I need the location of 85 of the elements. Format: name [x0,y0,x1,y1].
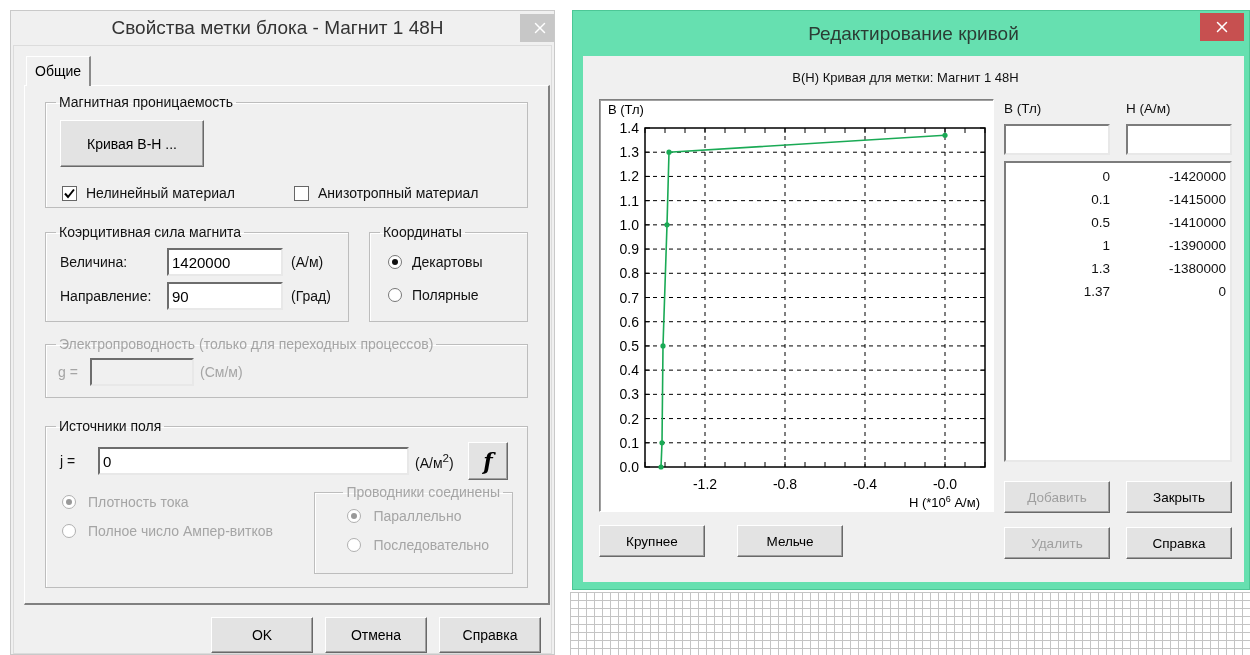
x-tick-label: -0.4 [852,476,878,492]
zoom-button[interactable]: Мельче [737,525,843,557]
dialog-button[interactable]: Справка [439,617,541,653]
list-cell-text: 1 [1101,238,1110,253]
radio-button[interactable] [387,288,402,302]
y-tick-label: 1.3 [619,144,639,161]
unit-label: (См/м) [200,364,243,380]
field-label: Величина: [60,254,129,270]
dialog-button[interactable]: OK [211,617,313,653]
check-icon [64,187,75,199]
checkbox-label: Анизотропный материал [318,185,479,201]
list-cell-text: 0.5 [1090,215,1110,230]
zoom-button[interactable]: Крупнее [599,525,705,557]
radio-label: Последовательно [373,537,490,553]
chart-title: B(H) Кривая для метки: Магнит 1 48H [792,70,1019,85]
x-tick-label: -0.8 [772,476,798,492]
unit-label: (А/м$^{2}$) [415,451,455,471]
y-tick-label: 0.0 [619,459,639,475]
y-tick-label: 0.1 [619,434,639,451]
y-tick-label: 1.0 [619,216,639,233]
dialog-button[interactable]: Справка [1126,527,1232,559]
unit-label: (А/м) [291,254,324,270]
checkbox[interactable] [294,185,309,201]
y-tick-label: 1.1 [619,192,639,209]
list-cell-text: 0 [1217,284,1226,299]
input-field[interactable] [1126,124,1232,155]
input-field[interactable]: 90 [167,282,283,310]
data-point [659,440,665,446]
radio-label: Полярные [411,287,479,303]
data-point [658,464,664,470]
list-cell-text: -1415000 [1167,192,1226,207]
x-tick-label: -0.0 [932,476,958,492]
y-tick-label: 0.7 [619,289,639,306]
y-axis-label: B (Тл) [608,102,644,117]
group-label: Координаты [381,224,463,240]
tab[interactable]: Общие [26,56,92,86]
list-cell-text: 1.37 [1082,284,1110,299]
y-tick-label: 0.8 [619,265,639,282]
group-label: Магнитная проницаемость [58,94,235,110]
y-tick-label: 0.9 [619,241,639,258]
input-field[interactable]: 1420000 [167,248,283,276]
list-cell-text: -1380000 [1167,261,1226,276]
field-label: j = [60,453,77,469]
data-point [664,222,670,228]
y-tick-label: 1.2 [619,168,639,185]
y-tick-label: 0.3 [619,386,639,403]
list-cell-text: -1390000 [1167,238,1226,253]
list-cell-text: 0.1 [1090,192,1110,207]
y-tick-label: 0.6 [619,313,639,330]
window-title: Свойства метки блока - Магнит 1 48H [110,17,445,39]
list-cell-text: -1420000 [1167,169,1226,184]
unit-label: (Град) [291,288,331,304]
radio-label: Полное число Ампер-витков [88,523,273,539]
radio-button[interactable] [387,255,402,269]
input-field[interactable] [1004,124,1110,155]
list-cell-text: 1.3 [1090,261,1110,276]
data-point [666,149,672,155]
radio-label: Декартовы [411,254,483,270]
data-point [942,132,948,138]
curve-button[interactable]: Кривая B-H ... [60,120,204,167]
y-tick-label: 0.5 [619,337,639,354]
y-tick-label: 1.4 [619,120,639,136]
group-label: Проводники соединены [345,484,502,500]
field-label: g = [58,364,79,380]
radio-label: Плотность тока [88,494,189,510]
field-label: Направление: [60,288,153,304]
window-title: Редактирование кривой [807,22,1020,45]
list-cell-text: 0 [1101,169,1110,184]
checkbox-label: Нелинейный материал [86,185,235,201]
y-tick-label: 0.4 [619,362,639,379]
group-label: Источники поля [58,418,163,434]
x-axis-label: H (*10$^{6}$ А/м) [908,494,980,510]
list-cell-text: -1410000 [1167,215,1226,230]
radio-label: Параллельно [373,508,462,524]
group-label: Коэрцитивная сила магнита [58,224,243,240]
column-header: B (Тл) [1004,101,1043,116]
dialog-button[interactable]: Закрыть [1126,481,1232,513]
data-point [660,343,666,349]
dialog-button[interactable]: Отмена [325,617,427,653]
y-tick-label: 0.2 [619,410,639,427]
close-button[interactable] [1200,13,1244,41]
x-tick-label: -1.2 [692,476,718,492]
checkbox[interactable] [62,185,77,201]
group-label: Электропроводность (только для переходных процессов) [58,336,435,352]
column-header: H (А/м) [1126,101,1172,116]
